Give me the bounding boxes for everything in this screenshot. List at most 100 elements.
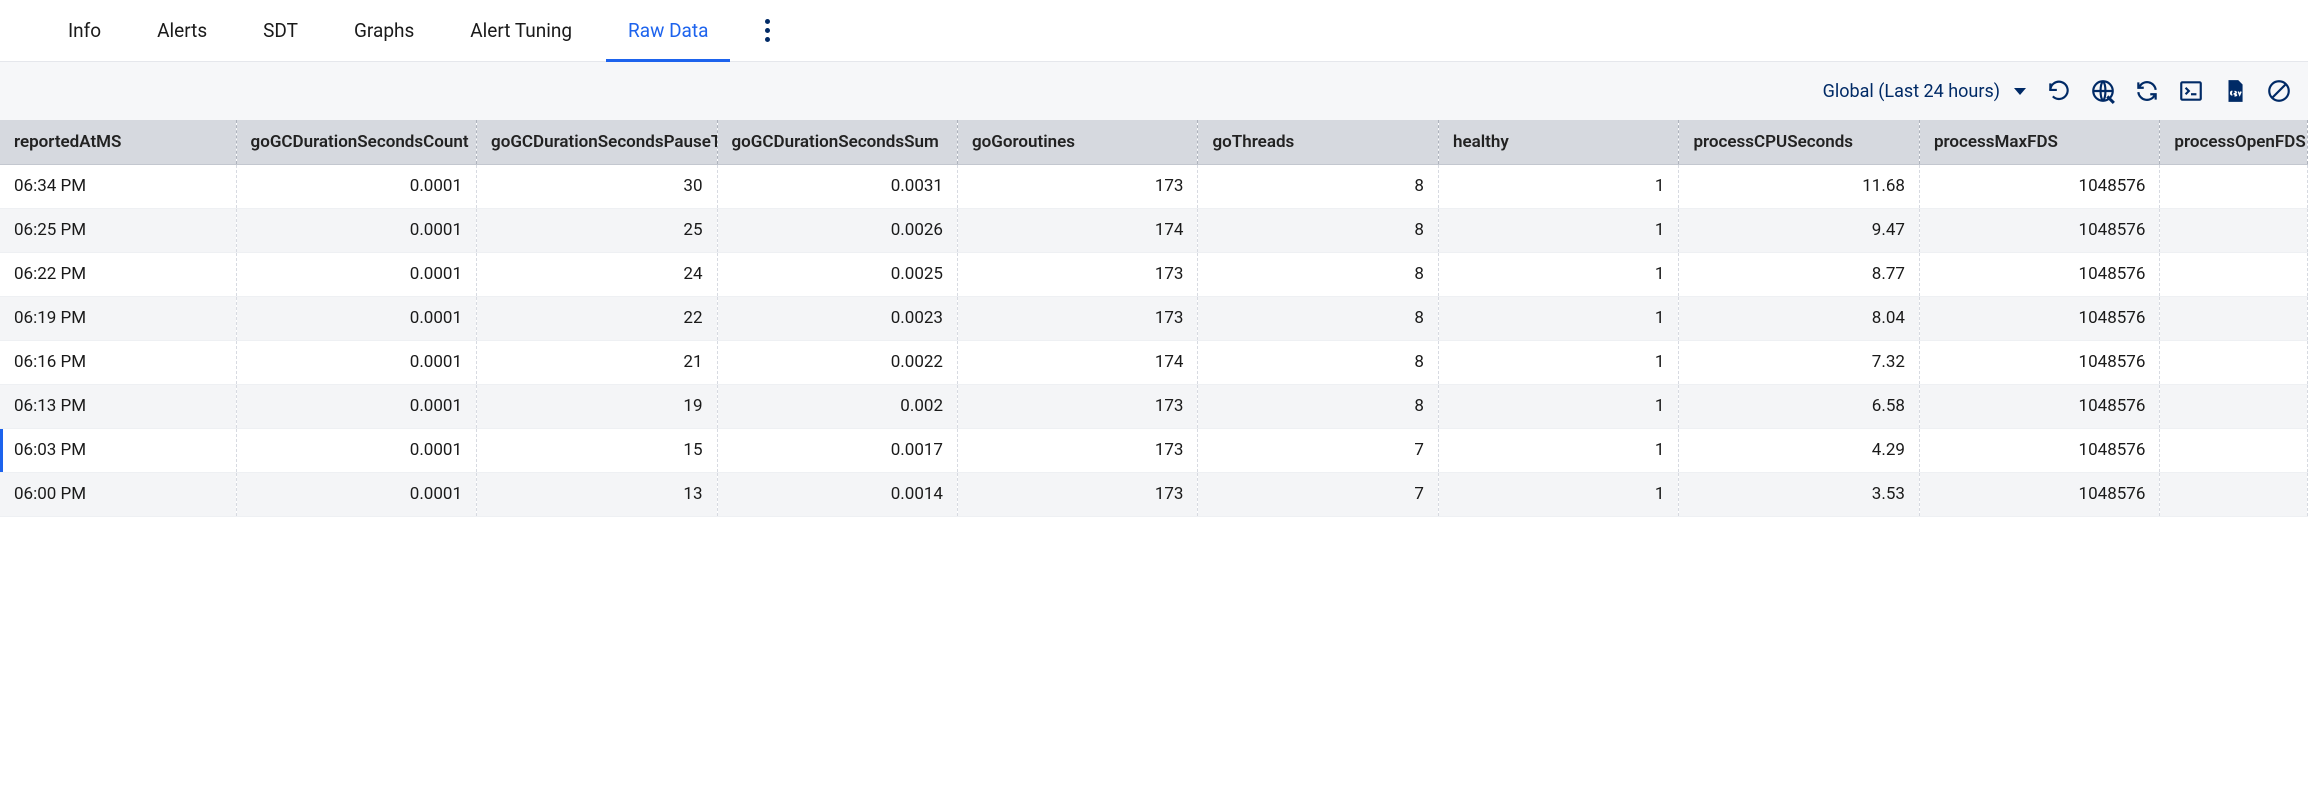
table-cell: 8	[1198, 164, 1438, 208]
col-gogcduration-1[interactable]: goGCDurationSecondsCount	[236, 120, 476, 164]
table-cell: 9.47	[1679, 208, 1919, 252]
table-row[interactable]: 06:22 PM0.0001240.0025173818.771048576	[0, 252, 2308, 296]
table-cell	[2160, 472, 2308, 516]
table-cell: 0.0001	[236, 296, 476, 340]
raw-data-table: reportedAtMS goGCDurationSecondsCount go…	[0, 120, 2308, 517]
table-cell: 1	[1438, 472, 1678, 516]
tab-alerts[interactable]: Alerts	[129, 0, 235, 62]
table-cell: 06:00 PM	[0, 472, 236, 516]
col-processcpu[interactable]: processCPUSeconds	[1679, 120, 1919, 164]
table-cell: 0.0001	[236, 164, 476, 208]
table-cell	[2160, 296, 2308, 340]
table-cell: 06:22 PM	[0, 252, 236, 296]
table-cell	[2160, 428, 2308, 472]
table-cell: 7.32	[1679, 340, 1919, 384]
col-gogcduration-2[interactable]: goGCDurationSecondsPauseTotal	[477, 120, 717, 164]
table-cell: 1	[1438, 208, 1678, 252]
table-cell: 174	[958, 208, 1198, 252]
toolbar: Global (Last 24 hours)	[0, 62, 2308, 120]
col-gogoroutines[interactable]: goGoroutines	[958, 120, 1198, 164]
table-cell: 0.0017	[717, 428, 957, 472]
table-cell: 0.0025	[717, 252, 957, 296]
table-cell	[2160, 340, 2308, 384]
col-gothreads[interactable]: goThreads	[1198, 120, 1438, 164]
nodata-icon[interactable]	[2262, 74, 2296, 108]
tab-graphs[interactable]: Graphs	[326, 0, 442, 62]
table-cell: 173	[958, 252, 1198, 296]
table-cell: 8	[1198, 252, 1438, 296]
table-row[interactable]: 06:03 PM0.0001150.0017173714.291048576	[0, 428, 2308, 472]
table-cell: 0.0026	[717, 208, 957, 252]
col-healthy[interactable]: healthy	[1438, 120, 1678, 164]
table-cell	[2160, 384, 2308, 428]
table-cell: 1048576	[1919, 384, 2159, 428]
table-cell: 0.0001	[236, 384, 476, 428]
table-cell: 173	[958, 384, 1198, 428]
table-cell: 1048576	[1919, 296, 2159, 340]
table-row[interactable]: 06:16 PM0.0001210.0022174817.321048576	[0, 340, 2308, 384]
table-cell: 0.002	[717, 384, 957, 428]
refresh-icon[interactable]	[2130, 74, 2164, 108]
tab-sdt[interactable]: SDT	[235, 0, 326, 62]
table-cell: 8.77	[1679, 252, 1919, 296]
tabs-bar: Info Alerts SDT Graphs Alert Tuning Raw …	[0, 0, 2308, 62]
chevron-down-icon	[2014, 88, 2026, 95]
col-gogcduration-3[interactable]: goGCDurationSecondsSum	[717, 120, 957, 164]
console-icon[interactable]	[2174, 74, 2208, 108]
tab-alert-tuning[interactable]: Alert Tuning	[442, 0, 600, 62]
col-reportedatms[interactable]: reportedAtMS	[0, 120, 236, 164]
table-cell: 06:34 PM	[0, 164, 236, 208]
table-cell	[2160, 164, 2308, 208]
more-menu-icon[interactable]	[754, 18, 780, 44]
time-range-selector[interactable]: Global (Last 24 hours)	[1817, 77, 2032, 106]
table-cell: 173	[958, 164, 1198, 208]
table-cell: 19	[477, 384, 717, 428]
table-header-row: reportedAtMS goGCDurationSecondsCount go…	[0, 120, 2308, 164]
table-cell: 1	[1438, 164, 1678, 208]
table-row[interactable]: 06:34 PM0.0001300.00311738111.681048576	[0, 164, 2308, 208]
tab-raw-data[interactable]: Raw Data	[600, 0, 736, 62]
table-cell: 8.04	[1679, 296, 1919, 340]
table-cell: 15	[477, 428, 717, 472]
table-cell	[2160, 252, 2308, 296]
table-cell: 0.0023	[717, 296, 957, 340]
col-processmaxfds[interactable]: processMaxFDS	[1919, 120, 2159, 164]
globe-icon[interactable]	[2086, 74, 2120, 108]
reset-icon[interactable]	[2042, 74, 2076, 108]
table-cell: 24	[477, 252, 717, 296]
table-cell: 1048576	[1919, 208, 2159, 252]
tab-info[interactable]: Info	[40, 0, 129, 62]
table-cell: 174	[958, 340, 1198, 384]
table-row[interactable]: 06:00 PM0.0001130.0014173713.531048576	[0, 472, 2308, 516]
table-cell: 7	[1198, 472, 1438, 516]
table-cell: 0.0001	[236, 428, 476, 472]
table-cell: 1	[1438, 340, 1678, 384]
table-cell: 0.0001	[236, 208, 476, 252]
table-cell: 25	[477, 208, 717, 252]
table-cell: 06:19 PM	[0, 296, 236, 340]
table-cell: 1048576	[1919, 164, 2159, 208]
table-cell: 1	[1438, 384, 1678, 428]
table-cell: 06:25 PM	[0, 208, 236, 252]
csv-icon[interactable]	[2218, 74, 2252, 108]
table-cell: 21	[477, 340, 717, 384]
table-row[interactable]: 06:25 PM0.0001250.0026174819.471048576	[0, 208, 2308, 252]
table-cell: 1048576	[1919, 340, 2159, 384]
time-range-label: Global (Last 24 hours)	[1823, 81, 2000, 102]
table-cell: 1	[1438, 252, 1678, 296]
table-cell: 173	[958, 428, 1198, 472]
table-row[interactable]: 06:13 PM0.0001190.002173816.581048576	[0, 384, 2308, 428]
table-cell: 13	[477, 472, 717, 516]
table-cell: 06:16 PM	[0, 340, 236, 384]
table-cell	[2160, 208, 2308, 252]
table-cell: 6.58	[1679, 384, 1919, 428]
table-cell: 8	[1198, 340, 1438, 384]
table-cell: 11.68	[1679, 164, 1919, 208]
table-cell: 0.0031	[717, 164, 957, 208]
table-cell: 8	[1198, 384, 1438, 428]
table-cell: 7	[1198, 428, 1438, 472]
table-cell: 30	[477, 164, 717, 208]
table-cell: 06:03 PM	[0, 428, 236, 472]
table-row[interactable]: 06:19 PM0.0001220.0023173818.041048576	[0, 296, 2308, 340]
col-processopenfds[interactable]: processOpenFDS	[2160, 120, 2308, 164]
